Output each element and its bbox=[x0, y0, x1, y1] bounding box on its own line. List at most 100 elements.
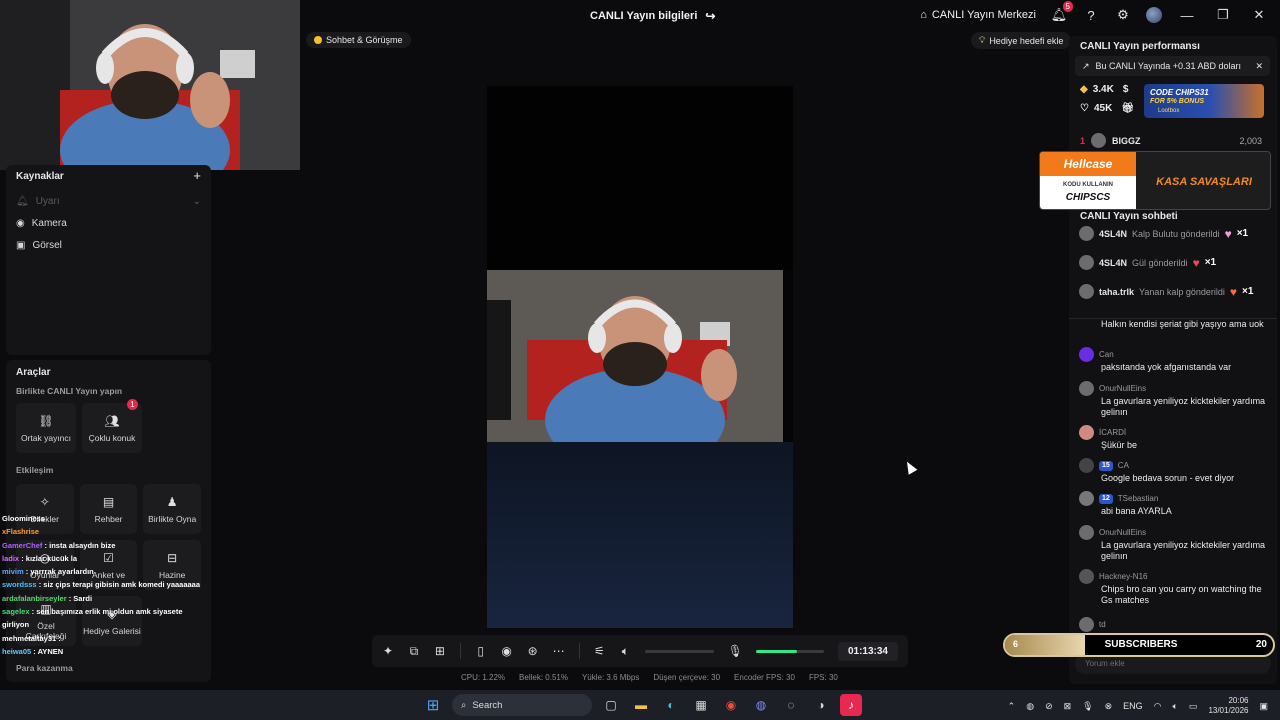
webcam-image bbox=[0, 0, 300, 170]
mic-slider[interactable] bbox=[755, 649, 824, 653]
search-box[interactable]: ⌕ Search bbox=[452, 694, 592, 716]
image-icon: ▣ bbox=[16, 239, 26, 251]
gift-event: 4SL4N Kalp Bulutu gönderildi ♥ ×1 bbox=[1079, 226, 1248, 241]
level-badge: 12 bbox=[1099, 493, 1113, 504]
effects-icon[interactable]: ✦ bbox=[382, 644, 394, 658]
speaker-icon[interactable]: 🔈︎ bbox=[619, 644, 631, 659]
discord-tray-icon[interactable]: ◍ bbox=[1026, 701, 1034, 712]
chat-message[interactable]: Hackney-N16 Chips bro can you carry on wa… bbox=[1079, 569, 1269, 606]
overlay-chat-line: GamerChef : insta alsaydın bize bbox=[2, 540, 116, 550]
overlay-chat-line: mivim : yarrrak ayarlardın bbox=[2, 567, 94, 577]
camera-tray-icon[interactable]: ⊠ bbox=[1064, 701, 1072, 712]
bell-icon: 🔔︎ bbox=[16, 195, 29, 207]
avatar[interactable] bbox=[1146, 7, 1162, 23]
maximize-icon[interactable]: ❐ bbox=[1212, 7, 1234, 23]
chat-message[interactable]: İCARDİ Şükür be bbox=[1079, 425, 1269, 451]
layout-icon[interactable]: ⊞ bbox=[434, 644, 446, 658]
chat-message[interactable]: OnurNullEins La gavurlara yeniliyoz kickt… bbox=[1079, 381, 1269, 418]
language-indicator[interactable]: ENG bbox=[1123, 701, 1143, 711]
gift-goal-chip[interactable]: 💡︎ Hediye hedefi ekle bbox=[971, 32, 1072, 49]
fps-stat: FPS: 30 bbox=[808, 673, 838, 682]
bell-icon[interactable]: 🔔︎ 5 bbox=[1050, 1, 1073, 24]
overlay-chat-line: Gloominess bbox=[2, 514, 45, 523]
title-bar: CANLI Yayın bilgileri ↪ ⌂ CANLI Yayın Me… bbox=[300, 0, 1280, 32]
wifi-icon[interactable]: ◠ bbox=[1154, 701, 1162, 712]
replay-icon[interactable]: ⊛ bbox=[527, 644, 539, 658]
chat-message[interactable]: 12 TSebastian abi bana AYARLA bbox=[1079, 491, 1269, 517]
overlay-chat-line: ardafalanbirseyler : Sardi bbox=[2, 593, 93, 603]
share-icon[interactable]: ↪ bbox=[705, 9, 715, 23]
overlay-chat-line: sagelex : sen başımıza erlik mi oldun am… bbox=[2, 607, 183, 630]
source-item-camera[interactable]: ◉ Kamera bbox=[6, 212, 211, 234]
obs-icon[interactable]: ◌ bbox=[780, 694, 802, 716]
subscribers-goal: 6 SUBSCRIBERS 20 bbox=[1003, 633, 1275, 657]
volume-slider[interactable] bbox=[645, 649, 714, 653]
live-info-title[interactable]: CANLI Yayın bilgileri ↪ bbox=[590, 9, 715, 23]
minimize-icon[interactable]: — bbox=[1176, 8, 1198, 23]
folder-icon[interactable]: ▬ bbox=[630, 694, 652, 716]
overlay-chat-line: mehmetaltay31 : bbox=[2, 633, 61, 643]
leaderboard-row[interactable]: 1 BIGGZ 2,003 bbox=[1080, 133, 1262, 148]
steam-icon[interactable]: ◑ bbox=[810, 694, 832, 716]
tune-icon[interactable]: ⚟ bbox=[593, 644, 605, 658]
task-view-icon[interactable]: ▢ bbox=[600, 694, 622, 716]
link-icon: ⛓ bbox=[38, 413, 54, 428]
lootbox-promo[interactable]: CODE CHIPS31 FOR 5% BONUS Lootbox bbox=[1144, 84, 1264, 118]
sources-panel: Kaynaklar + 🔔︎ Uyarı ⌄ ◉ Kamera ▣ Görsel bbox=[6, 165, 211, 355]
right-panel: CANLI Yayın performansı ↗ Bu CANLI Yayın… bbox=[1069, 36, 1277, 684]
avatar bbox=[1079, 381, 1094, 396]
stream-preview[interactable] bbox=[487, 86, 793, 628]
network-icon[interactable]: ⊘ bbox=[1045, 701, 1053, 712]
chrome-icon[interactable]: ◉ bbox=[720, 694, 742, 716]
chat-message[interactable]: 15 CA Google bedava sorun - evet diyor bbox=[1079, 458, 1269, 484]
mic-tray-icon[interactable]: 🎙︎ bbox=[1082, 701, 1093, 712]
co-host-button[interactable]: ⛓ Ortak yayıncı bbox=[16, 403, 76, 453]
chevron-up-icon[interactable]: ⌃ bbox=[1008, 701, 1016, 712]
windows-start-icon[interactable]: ⊞ bbox=[422, 694, 444, 716]
edge-icon[interactable]: ◐ bbox=[660, 694, 682, 716]
overlay-chat-line: xFlashrise bbox=[2, 527, 40, 537]
help-icon[interactable]: ? bbox=[1082, 6, 1100, 24]
overlay-chat-line: ladix : kızlar kücük la bbox=[2, 553, 78, 563]
gift-event: 4SL4N Gül gönderildi ♥ ×1 bbox=[1079, 255, 1216, 270]
chat-message[interactable]: Halkın kendisi şeriat gibi yaşıyo ama uo… bbox=[1079, 319, 1269, 330]
gear-icon[interactable]: ⚙ bbox=[1114, 6, 1132, 24]
hellcase-banner[interactable]: Hellcase KODU KULLANIN CHIPSCS KASA SAVA… bbox=[1039, 151, 1271, 210]
diamonds-metric: ◆ 3.4K $ bbox=[1080, 84, 1129, 95]
mic-icon[interactable]: 🎙︎ bbox=[728, 644, 743, 658]
multi-guest-button[interactable]: 1 👥︎ Çoklu konuk bbox=[82, 399, 142, 453]
more-icon[interactable]: ⋯ bbox=[553, 644, 565, 658]
add-source-icon[interactable]: + bbox=[193, 169, 201, 182]
source-item-alert[interactable]: 🔔︎ Uyarı ⌄ bbox=[6, 190, 211, 212]
source-item-image[interactable]: ▣ Görsel bbox=[6, 234, 211, 256]
overlay-chat-line: heiwa05 : AYNEN bbox=[2, 646, 64, 656]
close-icon[interactable]: ✕ bbox=[1248, 7, 1270, 23]
avatar bbox=[1079, 525, 1094, 540]
chat-message[interactable]: Can paksıtanda yok afganıstanda var bbox=[1079, 347, 1269, 373]
preview-image bbox=[487, 270, 783, 442]
tiktok-live-icon[interactable]: ♪ bbox=[840, 694, 862, 716]
preview-video bbox=[487, 270, 783, 442]
record-icon[interactable]: ◉ bbox=[501, 644, 513, 658]
volume-icon[interactable]: 🔈︎ bbox=[1173, 701, 1178, 712]
dropped-stat: Düşen çerçeve: 30 bbox=[653, 673, 721, 682]
discord-icon[interactable]: ◍ bbox=[750, 694, 772, 716]
chat-call-chip[interactable]: Sohbet & Görüşme bbox=[306, 32, 411, 48]
screen-share-icon[interactable]: ⧉ bbox=[408, 644, 420, 659]
close-icon[interactable]: ✕ bbox=[1255, 61, 1263, 72]
battery-icon[interactable]: ▭ bbox=[1189, 701, 1198, 712]
store-icon[interactable]: ▦ bbox=[690, 694, 712, 716]
trend-up-icon: ↗ bbox=[1082, 60, 1090, 71]
chat-message[interactable]: OnurNullEins La gavurlara yeniliyoz kickt… bbox=[1079, 525, 1269, 562]
clock[interactable]: 20:06 13/01/2026 bbox=[1208, 696, 1248, 716]
phone-icon[interactable]: ▯ bbox=[475, 644, 487, 658]
notification-badge: 5 bbox=[1062, 1, 1073, 12]
speaker-tray-icon[interactable]: ⊗ bbox=[1105, 701, 1113, 712]
avatar bbox=[1079, 255, 1094, 270]
app-window: CANLI Yayın bilgileri ↪ ⌂ CANLI Yayın Me… bbox=[0, 0, 1280, 690]
comment-input[interactable]: Yorum ekle bbox=[1075, 654, 1271, 674]
stream-timer: 01:13:34 bbox=[837, 641, 898, 661]
notification-icon[interactable]: ▣ bbox=[1259, 701, 1268, 712]
users-icon: 👥︎ bbox=[104, 413, 120, 428]
live-center-button[interactable]: ⌂ CANLI Yayın Merkezi bbox=[920, 9, 1036, 21]
